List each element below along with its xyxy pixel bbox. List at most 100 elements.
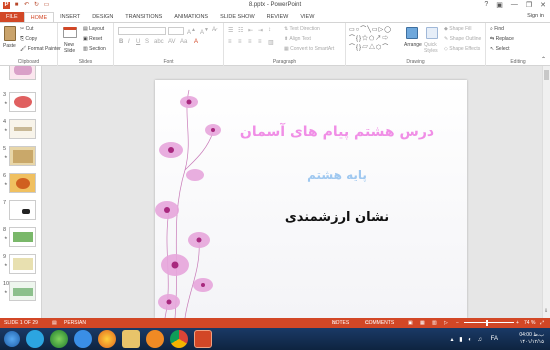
align-center-icon[interactable]: ≡ [238,39,242,45]
shapes-gallery[interactable]: ▭○⌒╲▭▷◯ ⌒{}☆⬠↗⇨ ⌒{}▱△⬡⌒ [349,26,401,54]
quick-styles-button[interactable]: Quick Styles [424,42,440,54]
italic-icon[interactable]: I [128,39,130,45]
language-indicator[interactable]: PERSIAN [64,318,86,328]
network-globe-icon[interactable] [50,330,68,348]
section-button[interactable]: ▥ Section [83,46,106,52]
help-button[interactable]: ? [484,1,488,9]
zoom-in-icon[interactable]: + [516,318,519,328]
collapse-ribbon-icon[interactable]: ⌃ [541,56,546,63]
tab-animations[interactable]: ANIMATIONS [168,12,214,22]
select-button[interactable]: ↖ Select [490,46,510,52]
tab-file[interactable]: FILE [0,12,24,22]
shape-fill-button[interactable]: ◆ Shape Fill [444,26,471,32]
reset-button[interactable]: ▣ Reset [83,36,102,42]
thumbnail-slide-7[interactable]: 7 [0,200,41,226]
shape-effects-button[interactable]: ◇ Shape Effects [444,46,480,52]
shape-outline-button[interactable]: ✎ Shape Outline [444,36,481,42]
quick-styles-icon[interactable] [426,27,438,39]
telegram-icon[interactable] [26,330,44,348]
thumbnail-slide-4[interactable]: 4 ★ [0,119,41,145]
current-slide[interactable]: درس هشتم پیام های آسمان پایه هشتم نشان ا… [155,80,467,318]
scroll-thumb[interactable] [544,70,549,80]
underline-icon[interactable]: U [136,39,140,45]
zoom-slider-thumb[interactable] [486,320,488,326]
arrange-icon[interactable] [406,27,418,39]
media-player-icon[interactable] [146,330,164,348]
normal-view-icon[interactable]: ▣ [408,318,413,328]
find-button[interactable]: ⌕ Find [490,26,504,32]
font-color-icon[interactable]: A [194,39,198,45]
tab-review[interactable]: REVIEW [261,12,295,22]
bold-icon[interactable]: B [119,39,123,45]
start-button[interactable] [4,331,20,347]
bullets-icon[interactable]: ☰ [228,27,233,34]
tab-home[interactable]: HOME [23,12,55,22]
shadow-icon[interactable]: S [145,39,149,45]
slide-body-text[interactable]: نشان ارزشمندی [207,210,467,225]
grow-font-icon[interactable]: A▲ [187,27,196,36]
format-painter-button[interactable]: 🖌 Format Painter [20,46,61,52]
tab-insert[interactable]: INSERT [54,12,86,22]
thumbnail-slide-2[interactable]: 2 [0,66,41,86]
decrease-indent-icon[interactable]: ⇤ [248,27,253,34]
powerpoint-taskbar-icon[interactable] [194,330,212,348]
shrink-font-icon[interactable]: A▼ [200,27,209,36]
ribbon-display-button[interactable]: ▣ [496,1,503,9]
replace-button[interactable]: ⇆ Replace [490,36,514,42]
line-spacing-icon[interactable]: ↕ [268,27,271,33]
tab-design[interactable]: DESIGN [86,12,119,22]
spell-check-icon[interactable]: ▤ [52,318,57,328]
firefox-icon[interactable] [98,330,116,348]
system-clock[interactable]: 04:00 ب.ظ ۱۴۰۱/۱۲/۱۵ [519,332,544,346]
strikethrough-icon[interactable]: abc [154,39,164,45]
paste-button[interactable]: Paste [3,43,16,49]
restore-button[interactable]: ❐ [526,1,532,9]
increase-indent-icon[interactable]: ⇥ [258,27,263,34]
fit-slide-icon[interactable]: ⤢ [540,318,544,328]
columns-icon[interactable]: ▥ [268,39,274,46]
tab-view[interactable]: VIEW [294,12,320,22]
reading-view-icon[interactable]: ▥ [432,318,437,328]
char-spacing-icon[interactable]: AV [168,39,176,45]
sign-in-link[interactable]: Sign in [527,13,544,19]
text-direction-button[interactable]: ⇅ Text Direction [284,26,320,32]
justify-icon[interactable]: ≡ [258,39,262,45]
slide-thumbnails-pane[interactable]: 2 3 ★ 4 ★ 5 ★ 6 ★ 7 8 ★ [0,66,42,318]
ie-icon[interactable] [74,330,92,348]
thumbnail-slide-8[interactable]: 8 ★ [0,227,41,253]
align-text-button[interactable]: ⬍ Align Text [284,36,311,42]
align-left-icon[interactable]: ≡ [228,39,232,45]
zoom-slider[interactable] [464,322,514,323]
tab-slide-show[interactable]: SLIDE SHOW [214,12,261,22]
input-language[interactable]: FA [491,336,498,342]
numbering-icon[interactable]: ☷ [238,27,243,34]
slide-title[interactable]: درس هشتم پیام های آسمان [207,124,467,140]
close-button[interactable]: ✕ [540,1,546,9]
new-slide-icon[interactable] [63,27,77,38]
slide-subtitle[interactable]: پایه هشتم [207,168,467,182]
thumbnail-slide-5[interactable]: 5 ★ [0,146,41,172]
change-case-icon[interactable]: Aa [180,39,187,45]
thumbnail-slide-3[interactable]: 3 ★ [0,92,41,118]
vertical-scrollbar[interactable]: ⇓ [542,66,550,318]
font-size-box[interactable] [168,27,184,35]
paste-icon[interactable] [4,26,16,41]
thumbnail-slide-10[interactable]: 10 ★ [0,281,41,307]
next-slide-icon[interactable]: ⇓ [544,308,548,314]
convert-smartart-button[interactable]: ▦ Convert to SmartArt [284,46,334,52]
copy-button[interactable]: ⎘ Copy [20,36,37,42]
chrome-icon[interactable] [170,330,188,348]
minimize-button[interactable]: — [511,1,518,9]
tray-icons[interactable]: ▴ ▮ ◐ ♫ [451,336,484,343]
new-slide-button[interactable]: New Slide [64,42,78,54]
arrange-button[interactable]: Arrange [404,42,422,48]
layout-button[interactable]: ▤ Layout [83,26,104,32]
zoom-level[interactable]: 74 % [524,318,535,328]
zoom-out-icon[interactable]: − [456,318,459,328]
file-explorer-icon[interactable] [122,330,140,348]
thumbnail-slide-6[interactable]: 6 ★ [0,173,41,199]
clear-formatting-icon[interactable]: A̷ [212,27,216,33]
slide-sorter-icon[interactable]: ▦ [420,318,425,328]
cut-button[interactable]: ✂ Cut [20,26,33,32]
align-right-icon[interactable]: ≡ [248,39,252,45]
